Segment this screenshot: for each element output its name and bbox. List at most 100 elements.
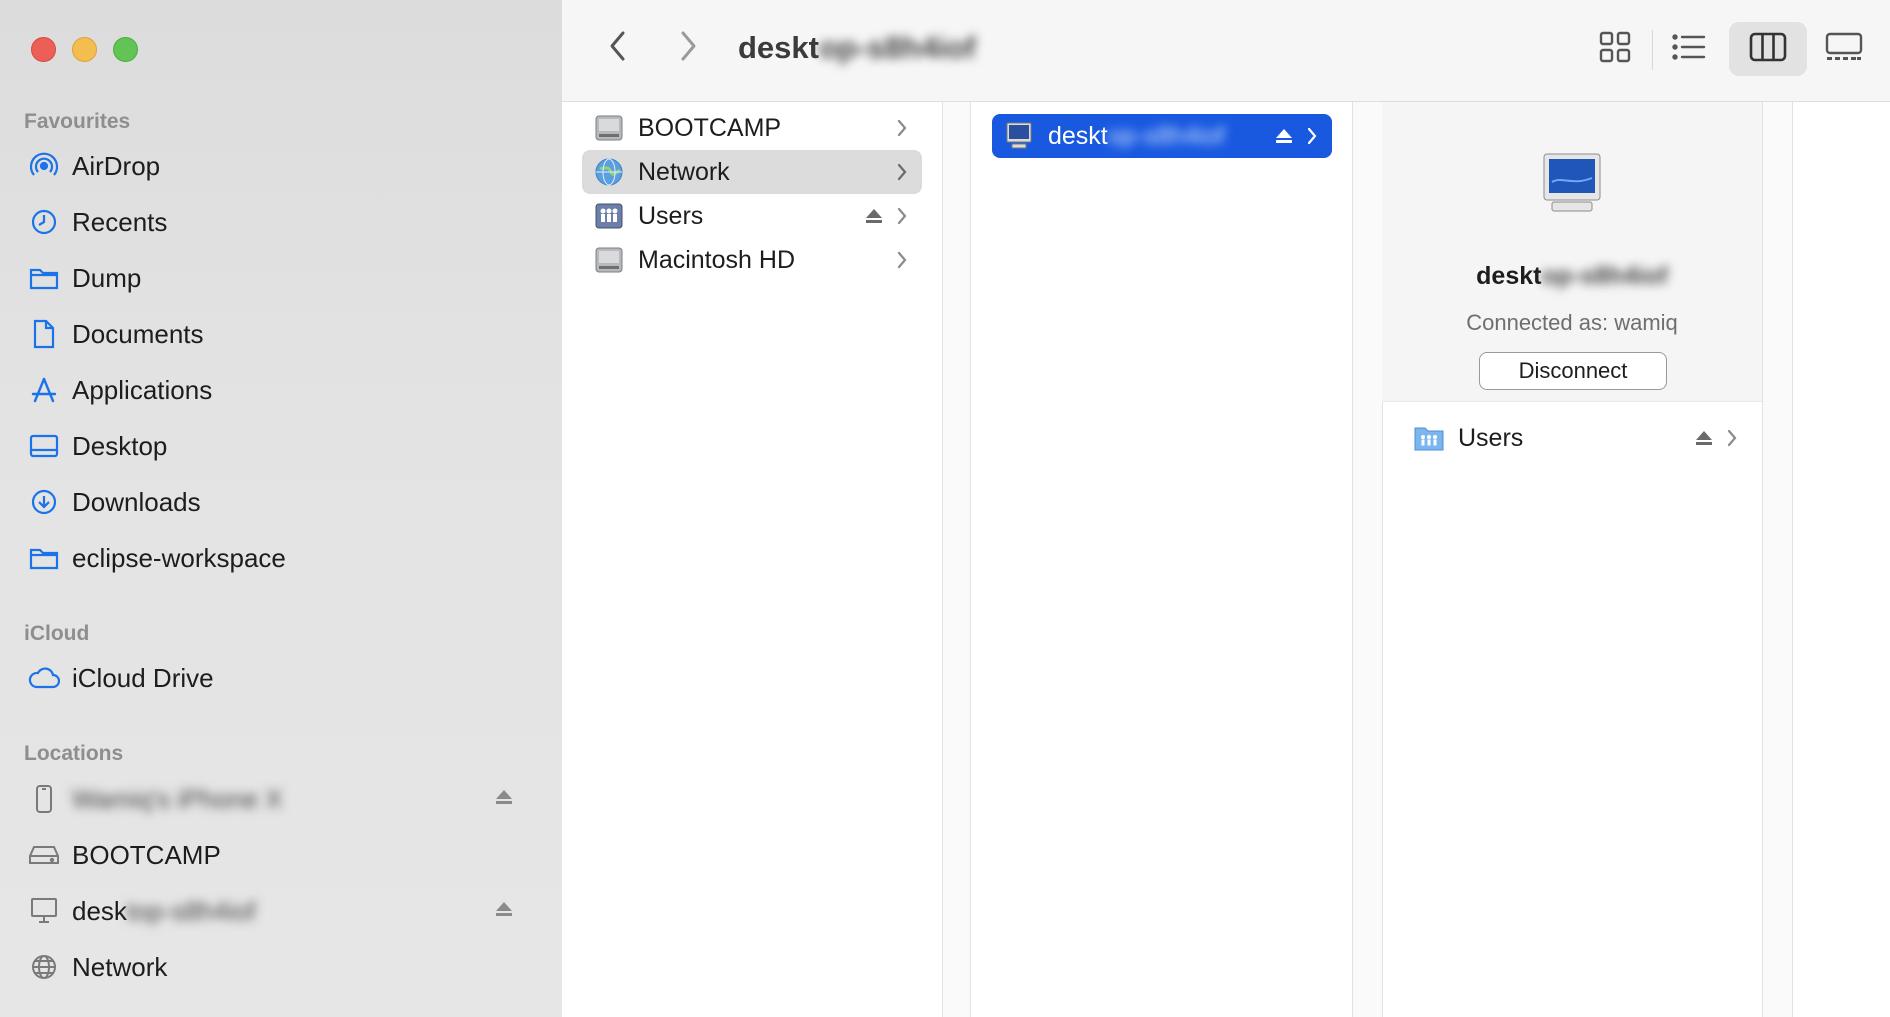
folder-icon <box>24 538 64 578</box>
minimize-window-button[interactable] <box>72 37 97 62</box>
column-view-button[interactable] <box>1729 22 1807 76</box>
sidebar-item-airdrop[interactable]: AirDrop <box>24 142 534 190</box>
item-label: Macintosh HD <box>638 245 795 274</box>
chevron-right-icon <box>1726 428 1738 453</box>
sidebar-item-desktop-server[interactable]: desktop-s8h4iof <box>24 887 534 935</box>
drive-icon <box>592 243 626 277</box>
sidebar-item-label: Recents <box>72 206 168 237</box>
column1-item-bootcamp[interactable]: BOOTCAMP <box>582 106 922 150</box>
column1-item-macintosh-hd[interactable]: Macintosh HD <box>582 238 922 282</box>
chevron-left-icon <box>608 30 628 67</box>
sidebar-item-bootcamp[interactable]: BOOTCAMP <box>24 831 534 879</box>
sidebar-item-label: AirDrop <box>72 150 161 181</box>
column3-item-users[interactable]: Users <box>1402 416 1752 460</box>
window-controls <box>31 37 138 62</box>
sidebar-item-label: eclipse-workspace <box>72 542 286 573</box>
folder-icon <box>24 258 64 298</box>
computer-icon <box>24 891 64 931</box>
clock-icon <box>24 202 64 242</box>
favourites-section-title: Favourites <box>24 110 131 133</box>
column-divider <box>1762 102 1763 1017</box>
column1-item-network[interactable]: Network <box>582 150 922 194</box>
cloud-icon <box>24 658 64 698</box>
chevron-right-icon <box>678 30 698 67</box>
airdrop-icon <box>24 146 64 186</box>
item-label: Users <box>1458 423 1524 452</box>
sidebar: Favourites AirDrop Recents Dump Document… <box>0 0 562 1017</box>
desktop-icon <box>24 426 64 466</box>
item-label: Users <box>638 201 704 230</box>
icon-view-button[interactable] <box>1576 22 1654 76</box>
column2-item-desktop-server[interactable]: desktop-s8h4iof <box>992 114 1332 158</box>
zoom-window-button[interactable] <box>113 37 138 62</box>
forward-button[interactable] <box>668 28 708 68</box>
document-icon <box>24 314 64 354</box>
title-blurred-part: op-s8h4iof <box>818 30 976 65</box>
back-button[interactable] <box>598 28 638 68</box>
eject-icon[interactable] <box>494 899 514 924</box>
connected-as-text: Connected as: wamiq <box>1466 310 1678 335</box>
chevron-right-icon <box>896 206 908 231</box>
name-blurred-part: op-s8h4iof <box>1541 262 1668 290</box>
computer-icon <box>1002 119 1036 153</box>
sidebar-item-label: Documents <box>72 318 204 349</box>
applications-icon <box>24 370 64 410</box>
locations-section-title: Locations <box>24 742 124 765</box>
sidebar-item-documents[interactable]: Documents <box>24 310 534 358</box>
window-title: desktop-s8h4iof <box>738 30 976 66</box>
column-divider <box>1352 102 1353 1017</box>
sidebar-item-label: Applications <box>72 374 213 405</box>
sidebar-item-network[interactable]: Network <box>24 943 534 991</box>
sidebar-item-recents[interactable]: Recents <box>24 198 534 246</box>
column-gap <box>1352 102 1382 1017</box>
column-divider <box>942 102 943 1017</box>
computer-icon <box>1542 152 1602 219</box>
label-blurred-part: top-s8h4iof <box>126 895 256 926</box>
column-divider <box>970 102 971 1017</box>
shared-users-icon <box>592 199 626 233</box>
network-icon <box>24 947 64 987</box>
chevron-right-icon <box>896 162 908 187</box>
column-gap <box>942 102 970 1017</box>
eject-icon[interactable] <box>1694 428 1714 453</box>
eject-icon[interactable] <box>494 787 514 812</box>
server-name: desktop-s8h4iof <box>1382 262 1762 291</box>
column-divider <box>1792 102 1793 1017</box>
sidebar-item-label: Dump <box>72 262 142 293</box>
sidebar-item-label: Desktop <box>72 430 168 461</box>
column-gap <box>1762 102 1792 1017</box>
sidebar-item-downloads[interactable]: Downloads <box>24 478 534 526</box>
users-folder-icon <box>1412 421 1446 455</box>
close-window-button[interactable] <box>31 37 56 62</box>
eject-icon[interactable] <box>1274 126 1294 151</box>
item-label: BOOTCAMP <box>638 113 782 142</box>
chevron-right-icon <box>896 250 908 275</box>
sidebar-item-eclipse-workspace[interactable]: eclipse-workspace <box>24 534 534 582</box>
label-blurred-part: op-s8h4iof <box>1107 121 1225 150</box>
disconnect-button[interactable]: Disconnect <box>1479 352 1667 390</box>
server-preview: desktop-s8h4iof Connected as: wamiq Disc… <box>1382 102 1762 402</box>
columns-icon <box>1748 31 1788 68</box>
iphone-icon <box>24 779 64 819</box>
eject-icon[interactable] <box>864 206 884 231</box>
toolbar-divider <box>1652 30 1653 70</box>
name-visible-part: deskt <box>1476 262 1542 290</box>
gallery-icon <box>1824 31 1864 68</box>
column1-item-users[interactable]: Users <box>582 194 922 238</box>
network-globe-icon <box>592 155 626 189</box>
drive-icon <box>24 835 64 875</box>
list-view-button[interactable] <box>1650 22 1728 76</box>
label-visible-part: desk <box>72 895 127 926</box>
sidebar-item-label: Downloads <box>72 486 201 517</box>
grid-icon <box>1598 30 1632 69</box>
gallery-view-button[interactable] <box>1805 22 1883 76</box>
sidebar-item-iphone[interactable]: Wamiq's iPhone X <box>24 775 534 823</box>
sidebar-item-label: BOOTCAMP <box>72 839 221 870</box>
chevron-right-icon <box>896 118 908 143</box>
sidebar-item-applications[interactable]: Applications <box>24 366 534 414</box>
sidebar-item-desktop[interactable]: Desktop <box>24 422 534 470</box>
sidebar-item-label: iCloud Drive <box>72 662 214 693</box>
sidebar-item-dump[interactable]: Dump <box>24 254 534 302</box>
sidebar-item-icloud-drive[interactable]: iCloud Drive <box>24 654 534 702</box>
toolbar: desktop-s8h4iof <box>562 0 1890 102</box>
